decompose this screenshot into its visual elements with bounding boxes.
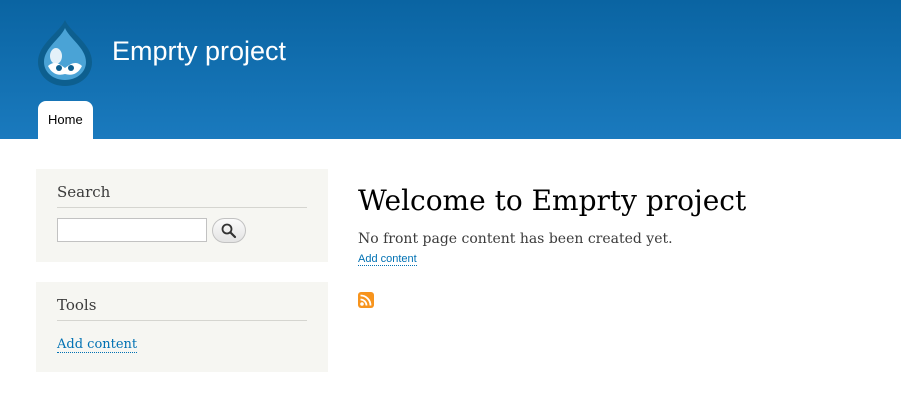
main-menu: Home <box>38 101 93 139</box>
tools-block: Tools Add content <box>36 282 328 372</box>
empty-front-page-message: No front page content has been created y… <box>358 231 673 247</box>
site-name[interactable]: Emprty project <box>112 36 286 67</box>
site-header: Emprty project Home <box>0 0 901 139</box>
main-content: Welcome to Emprty project No front page … <box>358 184 746 266</box>
search-block: Search <box>36 169 328 262</box>
search-button[interactable] <box>212 218 246 243</box>
search-block-title: Search <box>57 183 307 208</box>
search-input[interactable] <box>57 218 207 242</box>
tools-block-title: Tools <box>57 296 307 321</box>
tab-home[interactable]: Home <box>38 101 93 139</box>
drupal-logo-icon[interactable] <box>34 18 96 88</box>
rss-feed-icon[interactable] <box>358 292 374 308</box>
search-icon <box>221 223 237 239</box>
page-title: Welcome to Emprty project <box>358 184 747 217</box>
add-content-link[interactable]: Add content <box>358 253 417 266</box>
tools-add-content-link[interactable]: Add content <box>57 337 138 353</box>
